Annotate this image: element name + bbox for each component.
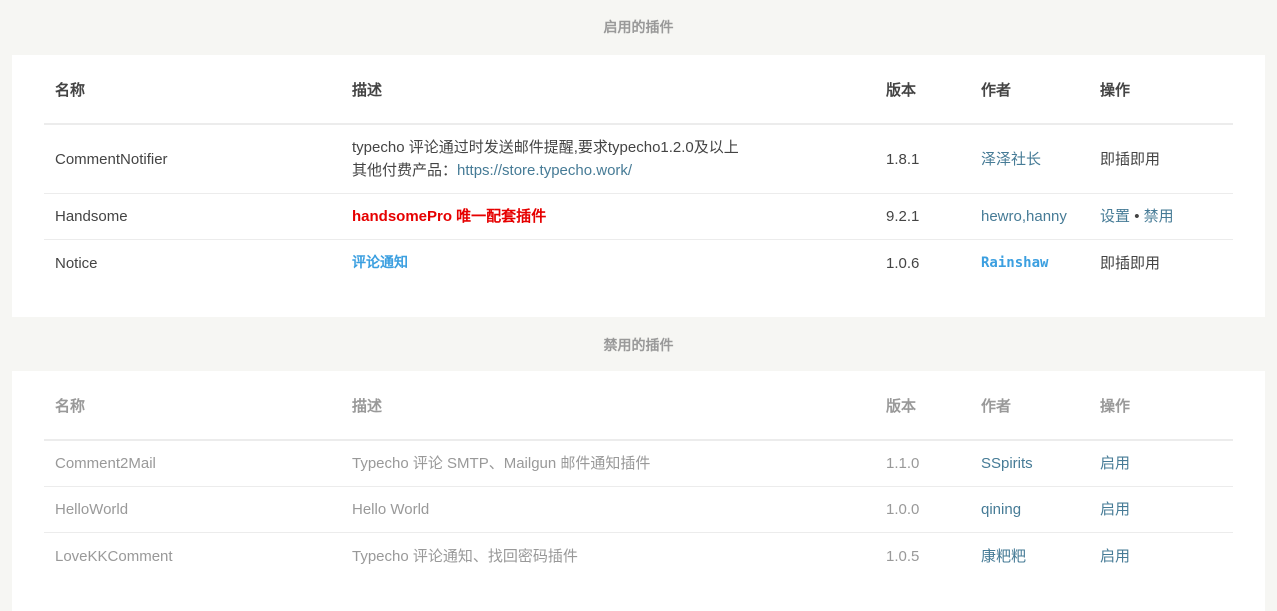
header-version: 版本 <box>875 371 970 441</box>
table-row: Notice 评论通知 1.0.6 Rainshaw 即插即用 <box>44 240 1233 287</box>
description-line: typecho 评论通过时发送邮件提醒,要求typecho1.2.0及以上 <box>352 139 739 156</box>
header-description: 描述 <box>341 371 875 441</box>
author-link[interactable]: qining <box>981 501 1021 518</box>
author-link[interactable]: 泽泽社长 <box>981 151 1041 168</box>
store-link[interactable]: https://store.typecho.work/ <box>457 162 632 179</box>
plugin-name: Comment2Mail <box>44 440 341 487</box>
header-author: 作者 <box>970 55 1089 125</box>
settings-link[interactable]: 设置 <box>1100 208 1130 225</box>
header-action: 操作 <box>1089 55 1233 125</box>
header-author: 作者 <box>970 371 1089 441</box>
plugin-author: qining <box>970 486 1089 533</box>
disabled-plugins-title: 禁用的插件 <box>603 337 674 353</box>
description-text: 评论通知 <box>352 255 408 271</box>
plugin-name: CommentNotifier <box>44 124 341 194</box>
table-row: LoveKKComment Typecho 评论通知、找回密码插件 1.0.5 … <box>44 533 1233 580</box>
enable-link[interactable]: 启用 <box>1100 455 1130 472</box>
plugin-name: Notice <box>55 254 98 272</box>
author-link[interactable]: 康粑粑 <box>981 548 1026 565</box>
plugin-action: 启用 <box>1089 440 1233 487</box>
header-name: 名称 <box>44 371 341 441</box>
disabled-plugins-table: 名称 描述 版本 作者 操作 Comment2Mail Typecho 评论 S… <box>44 371 1233 579</box>
table-row: Handsome handsomePro 唯一配套插件 9.2.1 hewro,… <box>44 193 1233 240</box>
plugin-version: 1.0.6 <box>886 254 920 272</box>
header-version: 版本 <box>875 55 970 125</box>
enabled-plugins-table: 名称 描述 版本 作者 操作 CommentNotifier typecho 评… <box>44 55 1233 286</box>
plugin-action: 即插即用 <box>1100 254 1161 272</box>
plugin-version: 1.0.0 <box>875 486 970 533</box>
plugin-action: 设置 • 禁用 <box>1089 193 1233 240</box>
disable-link[interactable]: 禁用 <box>1144 208 1174 225</box>
plugin-version: 1.1.0 <box>875 440 970 487</box>
plugin-name: Handsome <box>44 193 341 240</box>
header-name: 名称 <box>44 55 341 125</box>
table-row: Comment2Mail Typecho 评论 SMTP、Mailgun 邮件通… <box>44 440 1233 487</box>
plugin-version: 1.8.1 <box>875 124 970 194</box>
description-line: 其他付费产品：https://store.typecho.work/ <box>352 159 864 182</box>
table-header-row: 名称 描述 版本 作者 操作 <box>44 55 1233 125</box>
plugin-action: 即插即用 <box>1089 124 1233 194</box>
enable-link[interactable]: 启用 <box>1100 501 1130 518</box>
plugin-action: 启用 <box>1089 533 1233 580</box>
plugin-version: 9.2.1 <box>875 193 970 240</box>
plugin-author: hewro,hanny <box>970 193 1089 240</box>
enabled-plugins-title: 启用的插件 <box>603 19 674 35</box>
header-action: 操作 <box>1089 371 1233 441</box>
table-row: HelloWorld Hello World 1.0.0 qining 启用 <box>44 486 1233 533</box>
description-prefix: 其他付费产品： <box>352 162 458 179</box>
description-text: handsomePro 唯一配套插件 <box>352 208 547 225</box>
plugin-description: 评论通知 <box>341 240 875 287</box>
plugin-description: Hello World <box>341 486 875 533</box>
author-link[interactable]: hewro,hanny <box>981 208 1067 225</box>
plugin-action: 启用 <box>1089 486 1233 533</box>
author-link[interactable]: Rainshaw <box>981 255 1048 271</box>
action-separator: • <box>1134 208 1140 225</box>
plugin-description: Typecho 评论 SMTP、Mailgun 邮件通知插件 <box>341 440 875 487</box>
plugin-name: LoveKKComment <box>55 547 173 565</box>
author-link[interactable]: SSpirits <box>981 455 1033 472</box>
table-header-row: 名称 描述 版本 作者 操作 <box>44 371 1233 441</box>
disabled-plugins-panel: 名称 描述 版本 作者 操作 Comment2Mail Typecho 评论 S… <box>12 371 1265 611</box>
plugin-author: Rainshaw <box>970 240 1089 287</box>
enabled-plugins-panel: 名称 描述 版本 作者 操作 CommentNotifier typecho 评… <box>12 55 1265 317</box>
header-description: 描述 <box>341 55 875 125</box>
plugin-description: Typecho 评论通知、找回密码插件 <box>352 547 578 565</box>
plugin-author: SSpirits <box>970 440 1089 487</box>
plugin-author: 泽泽社长 <box>970 124 1089 194</box>
plugin-description: typecho 评论通过时发送邮件提醒,要求typecho1.2.0及以上 其他… <box>341 124 875 194</box>
plugin-version: 1.0.5 <box>886 547 920 565</box>
plugin-description: handsomePro 唯一配套插件 <box>341 193 875 240</box>
table-row: CommentNotifier typecho 评论通过时发送邮件提醒,要求ty… <box>44 124 1233 194</box>
enable-link[interactable]: 启用 <box>1100 548 1130 565</box>
plugin-author: 康粑粑 <box>970 533 1089 580</box>
plugin-name: HelloWorld <box>44 486 341 533</box>
